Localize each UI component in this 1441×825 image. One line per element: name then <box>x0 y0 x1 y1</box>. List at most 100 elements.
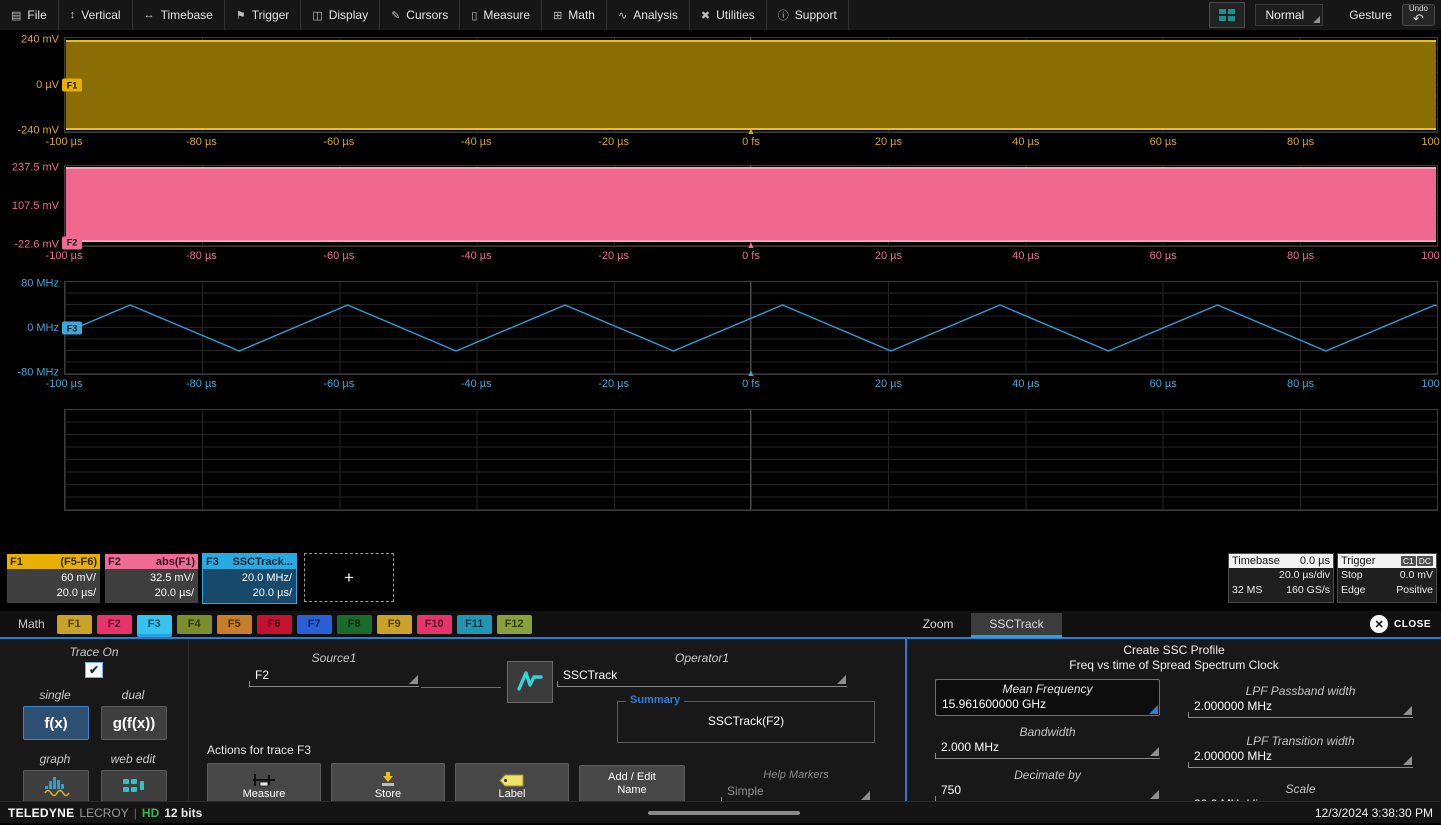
measure-button[interactable]: Measure <box>207 763 321 803</box>
status-scroll-indicator[interactable] <box>648 811 800 815</box>
menu-utilities[interactable]: ✖Utilities <box>690 0 767 30</box>
trace-on-checkbox[interactable]: ✔ <box>85 662 103 678</box>
dual-function-button[interactable]: g(f(x)) <box>101 706 167 740</box>
grid-f2: 237.5 mV 107.5 mV -22.6 mV F2 ▲ <box>0 165 1441 247</box>
measure-icon <box>251 772 277 788</box>
grid-empty-plot[interactable] <box>64 409 1438 511</box>
timebase-samples: 32 MS <box>1232 583 1262 598</box>
menu-vertical[interactable]: ↕Vertical <box>59 0 133 30</box>
menu-cursors[interactable]: ✎Cursors <box>380 0 460 30</box>
menu-measure[interactable]: ▯Measure <box>460 0 542 30</box>
grid-f1-plot[interactable]: F1 ▲ <box>64 37 1438 133</box>
menu-label: Timebase <box>161 8 213 22</box>
display-mode-dropdown[interactable]: Normal <box>1255 4 1324 26</box>
tab-ssctrack[interactable]: SSCTrack <box>971 613 1061 635</box>
brand-separator: | <box>134 806 137 820</box>
bandwidth-field[interactable]: 2.000 MHz <box>935 739 1160 759</box>
grid-f3-plot[interactable]: F3 ▲ <box>64 281 1438 375</box>
grid-f2-plot[interactable]: F2 ▲ <box>64 165 1438 247</box>
descriptor-function: (F5-F6) <box>60 556 97 568</box>
tab-f11[interactable]: F11 <box>457 615 492 634</box>
decimate-label: Decimate by <box>935 768 1160 782</box>
timebase-box[interactable]: Timebase 0.0 µs 20.0 µs/div 32 MS 160 GS… <box>1228 553 1334 603</box>
descriptor-f1[interactable]: F1 (F5-F6) 60 mV/ 20.0 µs/ <box>6 553 101 604</box>
brand-teledyne: TELEDYNE <box>8 806 74 820</box>
lpf-passband-field[interactable]: 2.000000 MHz <box>1188 698 1413 718</box>
menu-label: Trigger <box>252 8 290 22</box>
waveform-operator-icon <box>515 669 545 695</box>
lpf-transition-value: 2.000000 MHz <box>1194 749 1272 763</box>
tab-f6[interactable]: F6 <box>257 615 292 634</box>
single-function-button[interactable]: f(x) <box>23 706 89 740</box>
decimate-field[interactable]: 750 <box>935 782 1160 802</box>
menu-support[interactable]: ⓘSupport <box>767 0 849 30</box>
tab-f8[interactable]: F8 <box>337 615 372 634</box>
mean-frequency-field[interactable]: Mean Frequency 15.961600000 GHz <box>935 679 1160 716</box>
hd-mode-badge: HD <box>142 806 159 820</box>
f3-trace-badge[interactable]: F3 <box>62 322 82 335</box>
tab-f12[interactable]: F12 <box>497 615 532 634</box>
y-axis-label: 80 MHz <box>21 277 59 289</box>
operator1-dropdown[interactable]: SSCTrack <box>557 667 847 687</box>
menu-analysis[interactable]: ∿Analysis <box>607 0 690 30</box>
tab-f3[interactable]: F3 <box>137 615 172 634</box>
tab-zoom[interactable]: Zoom <box>905 613 972 635</box>
grid-f3-xaxis: -100 µs-80 µs-60 µs-40 µs-20 µs0 fs20 µs… <box>64 375 1438 395</box>
x-axis-label: -20 µs <box>598 250 629 262</box>
x-axis-label: 60 µs <box>1150 250 1177 262</box>
undo-button[interactable]: Undo ↶ <box>1402 4 1435 26</box>
tab-f4[interactable]: F4 <box>177 615 212 634</box>
descriptor-vscale: 32.5 mV/ <box>105 571 194 586</box>
tab-f5[interactable]: F5 <box>217 615 252 634</box>
graph-mode-button[interactable] <box>23 770 89 802</box>
ssc-title: Create SSC Profile <box>921 643 1427 658</box>
help-markers-dropdown[interactable]: Simple <box>721 783 871 803</box>
x-axis-label: 100 µs <box>1421 136 1441 148</box>
math-icon: ⊞ <box>553 9 562 22</box>
x-axis-label: -60 µs <box>323 250 354 262</box>
descriptor-f3[interactable]: F3 SSCTrack... 20.0 MHz/ 20.0 µs/ <box>202 553 297 604</box>
x-axis-label: -40 µs <box>461 136 492 148</box>
grid-f1: 240 mV 0 µV -240 mV F1 ▲ <box>0 37 1441 133</box>
timebase-title: Timebase <box>1232 555 1280 567</box>
x-axis-label: -80 µs <box>186 136 217 148</box>
operator-icon-box[interactable] <box>507 661 553 703</box>
store-button[interactable]: Store <box>331 763 445 803</box>
check-icon: ✔ <box>89 663 99 677</box>
menu-file[interactable]: ▤File <box>0 0 59 30</box>
tab-f7[interactable]: F7 <box>297 615 332 634</box>
grid-layout-button[interactable] <box>1209 2 1245 28</box>
ssc-subtitle: Freq vs time of Spread Spectrum Clock <box>921 658 1427 673</box>
tab-f10[interactable]: F10 <box>417 615 452 634</box>
tab-f1[interactable]: F1 <box>57 615 92 634</box>
x-axis-label: -100 µs <box>46 136 83 148</box>
label-button[interactable]: Label <box>455 763 569 803</box>
menu-display[interactable]: ◫Display <box>301 0 380 30</box>
f1-trace-badge[interactable]: F1 <box>62 79 82 92</box>
ssc-profile-column: Create SSC Profile Freq vs time of Sprea… <box>905 639 1441 801</box>
label-label: Label <box>499 788 526 800</box>
web-edit-label: web edit <box>111 752 156 766</box>
trigger-box[interactable]: Trigger C1 DC Stop 0.0 mV Edge Positive <box>1337 553 1437 603</box>
tab-f9[interactable]: F9 <box>377 615 412 634</box>
tab-f2[interactable]: F2 <box>97 615 132 634</box>
lpf-transition-field[interactable]: 2.000000 MHz <box>1188 748 1413 768</box>
grid-empty-yaxis <box>0 409 64 511</box>
menu-timebase[interactable]: ↔Timebase <box>133 0 225 30</box>
store-label: Store <box>375 788 401 800</box>
add-trace-button[interactable]: + <box>304 553 394 602</box>
brand-logo: TELEDYNE LECROY | HD 12 bits <box>8 806 202 820</box>
plus-icon: + <box>344 568 354 588</box>
operator1-value: SSCTrack <box>563 668 617 682</box>
menu-trigger[interactable]: ⚑Trigger <box>225 0 301 30</box>
descriptor-f2[interactable]: F2 abs(F1) 32.5 mV/ 20.0 µs/ <box>104 553 199 604</box>
x-axis-label: 20 µs <box>875 250 902 262</box>
help-markers-label: Help Markers <box>763 769 828 781</box>
add-edit-name-button[interactable]: Add / Edit Name <box>579 765 685 803</box>
close-dialog-button[interactable]: ✕ CLOSE <box>1370 615 1431 633</box>
source1-dropdown[interactable]: F2 <box>249 667 419 687</box>
f2-trace-badge[interactable]: F2 <box>62 236 82 249</box>
web-edit-button[interactable] <box>101 770 167 802</box>
operator1-label: Operator1 <box>675 651 729 665</box>
menu-math[interactable]: ⊞Math <box>542 0 607 30</box>
